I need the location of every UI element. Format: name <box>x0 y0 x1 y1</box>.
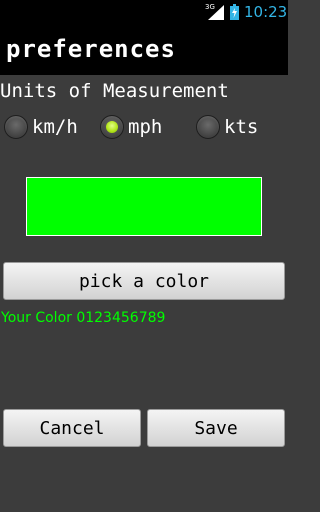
radio-button-checked-icon[interactable] <box>100 115 124 139</box>
color-swatch <box>26 177 262 236</box>
radio-kts[interactable]: kts <box>196 113 258 141</box>
radio-label-mph[interactable]: mph <box>128 116 162 138</box>
clock: 10:23 <box>244 3 288 21</box>
radio-button-icon[interactable] <box>196 115 220 139</box>
cancel-button[interactable]: Cancel <box>3 409 141 447</box>
signal-icon <box>208 5 224 20</box>
radio-label-kts[interactable]: kts <box>224 116 258 138</box>
color-preview-text: Your Color 0123456789 <box>1 310 166 326</box>
units-label: Units of Measurement <box>0 80 229 102</box>
battery-charging-icon <box>230 4 239 20</box>
radio-kmh[interactable]: km/h <box>4 113 78 141</box>
page-title: preferences <box>6 35 176 63</box>
radio-mph[interactable]: mph <box>100 113 162 141</box>
pick-color-button[interactable]: pick a color <box>3 262 285 300</box>
save-button[interactable]: Save <box>147 409 285 447</box>
radio-button-icon[interactable] <box>4 115 28 139</box>
title-bar: preferences <box>0 25 288 75</box>
radio-label-kmh[interactable]: km/h <box>32 116 78 138</box>
status-bar: 3G 10:23 <box>0 0 288 25</box>
